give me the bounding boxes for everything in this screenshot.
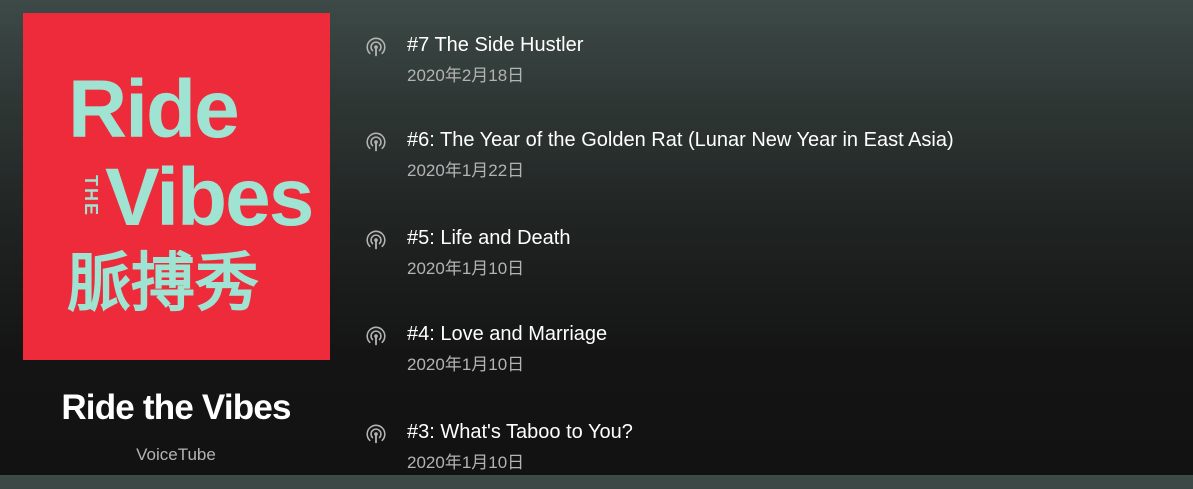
episode-title[interactable]: #3: What's Taboo to You?	[407, 419, 633, 445]
show-cover-art[interactable]: Ride THE Vibes 脈搏秀	[23, 13, 330, 360]
podcast-icon	[366, 230, 386, 250]
episode-date: 2020年2月18日	[407, 66, 525, 85]
cover-art-graphic: Ride THE Vibes 脈搏秀	[67, 64, 314, 321]
cover-word-ride: Ride	[68, 64, 238, 155]
episode-item[interactable]: #6: The Year of the Golden Rat (Lunar Ne…	[355, 127, 1175, 197]
episode-title[interactable]: #7 The Side Hustler	[407, 32, 583, 58]
episode-date: 2020年1月10日	[407, 259, 525, 278]
episode-title[interactable]: #4: Love and Marriage	[407, 321, 607, 347]
cover-chinese-title: 脈搏秀	[67, 247, 259, 321]
episode-title[interactable]: #5: Life and Death	[407, 225, 570, 251]
cover-word-the: THE	[81, 175, 101, 217]
episode-item[interactable]: #3: What's Taboo to You? 2020年1月10日	[355, 419, 1175, 489]
episode-item[interactable]: #5: Life and Death 2020年1月10日	[355, 225, 1175, 295]
episode-item[interactable]: #7 The Side Hustler 2020年2月18日	[355, 32, 1175, 102]
show-publisher[interactable]: VoiceTube	[0, 444, 352, 466]
podcast-icon	[366, 424, 386, 444]
episode-date: 2020年1月10日	[407, 355, 525, 374]
episode-date: 2020年1月10日	[407, 453, 525, 472]
episode-date: 2020年1月22日	[407, 161, 525, 180]
show-panel: Ride THE Vibes 脈搏秀 Ride the Vibes VoiceT…	[0, 0, 352, 475]
cover-word-vibes: Vibes	[105, 152, 312, 243]
episode-item[interactable]: #4: Love and Marriage 2020年1月10日	[355, 321, 1175, 391]
episode-list: #7 The Side Hustler 2020年2月18日 #6: The Y…	[355, 0, 1185, 475]
show-title: Ride the Vibes	[61, 388, 291, 427]
podcast-icon	[366, 326, 386, 346]
podcast-icon	[366, 132, 386, 152]
podcast-icon	[366, 37, 386, 57]
episode-title[interactable]: #6: The Year of the Golden Rat (Lunar Ne…	[407, 127, 954, 153]
